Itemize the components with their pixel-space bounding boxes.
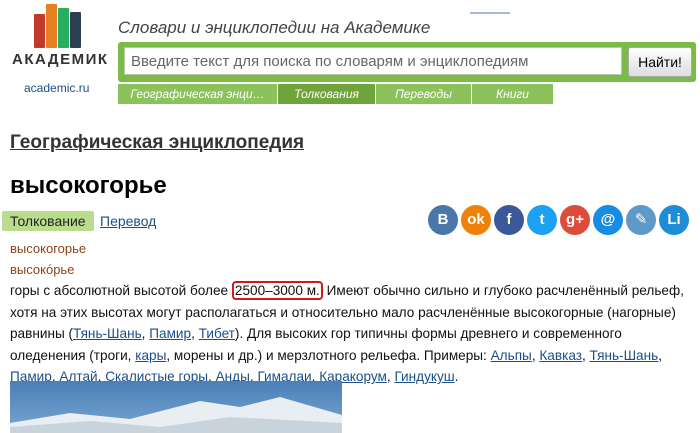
link-pamir[interactable]: Памир bbox=[149, 326, 191, 341]
search-input[interactable] bbox=[124, 47, 622, 75]
search-button[interactable]: Найти! bbox=[628, 47, 692, 77]
tab-tolkovaniya[interactable]: Толкования bbox=[278, 84, 376, 104]
mountain-shape bbox=[10, 397, 342, 433]
link-tyan-shan[interactable]: Тянь-Шань bbox=[73, 326, 142, 341]
dictionary-title[interactable]: Географическая энциклопедия bbox=[10, 132, 304, 154]
link-alpy[interactable]: Альпы bbox=[491, 348, 532, 363]
tab-perevody[interactable]: Переводы bbox=[376, 84, 472, 104]
word-form-stressed: высоко́рье bbox=[10, 262, 75, 277]
twitter-icon[interactable]: t bbox=[527, 205, 557, 235]
academic-logo-icon[interactable] bbox=[34, 4, 82, 48]
livejournal-icon[interactable]: ✎ bbox=[626, 205, 656, 235]
tab-geo-encyclopedia[interactable]: Географическая энци… bbox=[118, 84, 278, 104]
article-text: горы с абсолютной высотой более 2500–300… bbox=[10, 281, 684, 384]
google-plus-icon[interactable]: g+ bbox=[560, 205, 590, 235]
site-tagline: Словари и энциклопедии на Академике bbox=[118, 18, 431, 37]
odnoklassniki-icon[interactable]: ok bbox=[461, 205, 491, 235]
tab-tolkovanie[interactable]: Толкование bbox=[2, 211, 94, 231]
link-tyan-shan-2[interactable]: Тянь-Шань bbox=[590, 348, 659, 363]
headword: высокогорье bbox=[10, 172, 167, 199]
logo-word[interactable]: АКАДЕМИК bbox=[12, 51, 109, 68]
highlight-range: 2500–3000 м. bbox=[231, 281, 323, 300]
link-kary[interactable]: кары bbox=[135, 348, 166, 363]
vk-icon[interactable]: B bbox=[428, 205, 458, 235]
link-tibet[interactable]: Тибет bbox=[199, 326, 235, 341]
link-perevod[interactable]: Перевод bbox=[100, 213, 156, 229]
liveinternet-icon[interactable]: Li bbox=[659, 205, 689, 235]
link-kavkaz[interactable]: Кавказ bbox=[539, 348, 582, 363]
word-form: высокогорье bbox=[10, 241, 87, 256]
tab-knigi[interactable]: Книги bbox=[472, 84, 554, 104]
logo-subtitle[interactable]: academic.ru bbox=[24, 81, 89, 95]
facebook-icon[interactable]: f bbox=[494, 205, 524, 235]
mountain-photo[interactable] bbox=[10, 381, 342, 433]
mail-icon[interactable]: @ bbox=[593, 205, 623, 235]
link-hindukush[interactable]: Гиндукуш bbox=[394, 369, 454, 384]
